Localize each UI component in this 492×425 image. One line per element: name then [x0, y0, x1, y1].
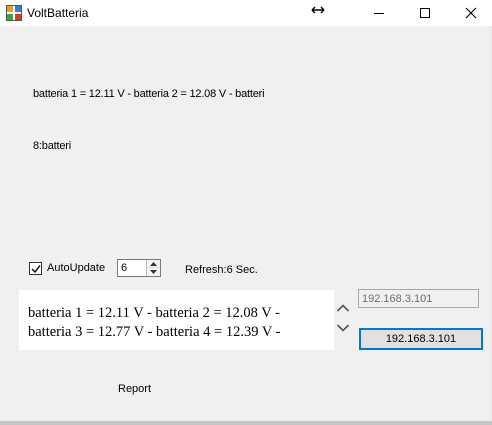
window-bottom-edge — [0, 421, 492, 425]
battery-status-label: batteria 1 = 12.11 V - batteria 2 = 12.0… — [33, 88, 265, 100]
output-line-2: batteria 3 = 12.77 V - batteria 4 = 12.3… — [28, 324, 281, 340]
ip-button-label: 192.168.3.101 — [385, 333, 457, 345]
main-window: VoltBatteria batteria 1 = 12.11 V - batt… — [0, 0, 492, 425]
refresh-label: Refresh:6 Sec. — [185, 264, 258, 276]
close-button[interactable] — [448, 0, 492, 26]
stepper-down-button[interactable] — [146, 268, 160, 276]
ip-address-field: 192.168.3.101 — [358, 289, 479, 308]
ip-address-value: 192.168.3.101 — [362, 293, 433, 305]
triangle-down-icon — [150, 270, 157, 274]
window-title: VoltBatteria — [27, 6, 89, 20]
refresh-interval-stepper[interactable]: 6 — [117, 259, 161, 277]
minimize-icon — [374, 13, 384, 14]
minimize-button[interactable] — [356, 0, 402, 26]
close-icon — [465, 7, 477, 19]
report-label[interactable]: Report — [118, 383, 151, 395]
maximize-icon — [420, 8, 430, 18]
checkmark-icon — [31, 265, 41, 274]
stepper-value[interactable]: 6 — [121, 262, 127, 274]
resize-horizontal-icon — [311, 3, 325, 18]
triangle-up-icon — [150, 262, 157, 266]
battery-output-box[interactable]: batteria 1 = 12.11 V - batteria 2 = 12.0… — [19, 290, 334, 350]
battery-count-label: 8:batteri — [33, 140, 71, 152]
battery-app-icon — [6, 5, 22, 21]
maximize-button[interactable] — [402, 0, 448, 26]
chevron-up-icon[interactable] — [336, 303, 350, 316]
autoupdate-label[interactable]: AutoUpdate — [47, 262, 105, 274]
stepper-buttons — [146, 260, 160, 276]
checkbox-box[interactable] — [29, 262, 42, 275]
chevron-down-icon[interactable] — [336, 323, 350, 336]
ip-connect-button[interactable]: 192.168.3.101 — [359, 328, 483, 350]
title-bar[interactable]: VoltBatteria — [0, 0, 492, 26]
output-line-1: batteria 1 = 12.11 V - batteria 2 = 12.0… — [28, 305, 280, 321]
stepper-up-button[interactable] — [146, 260, 160, 268]
